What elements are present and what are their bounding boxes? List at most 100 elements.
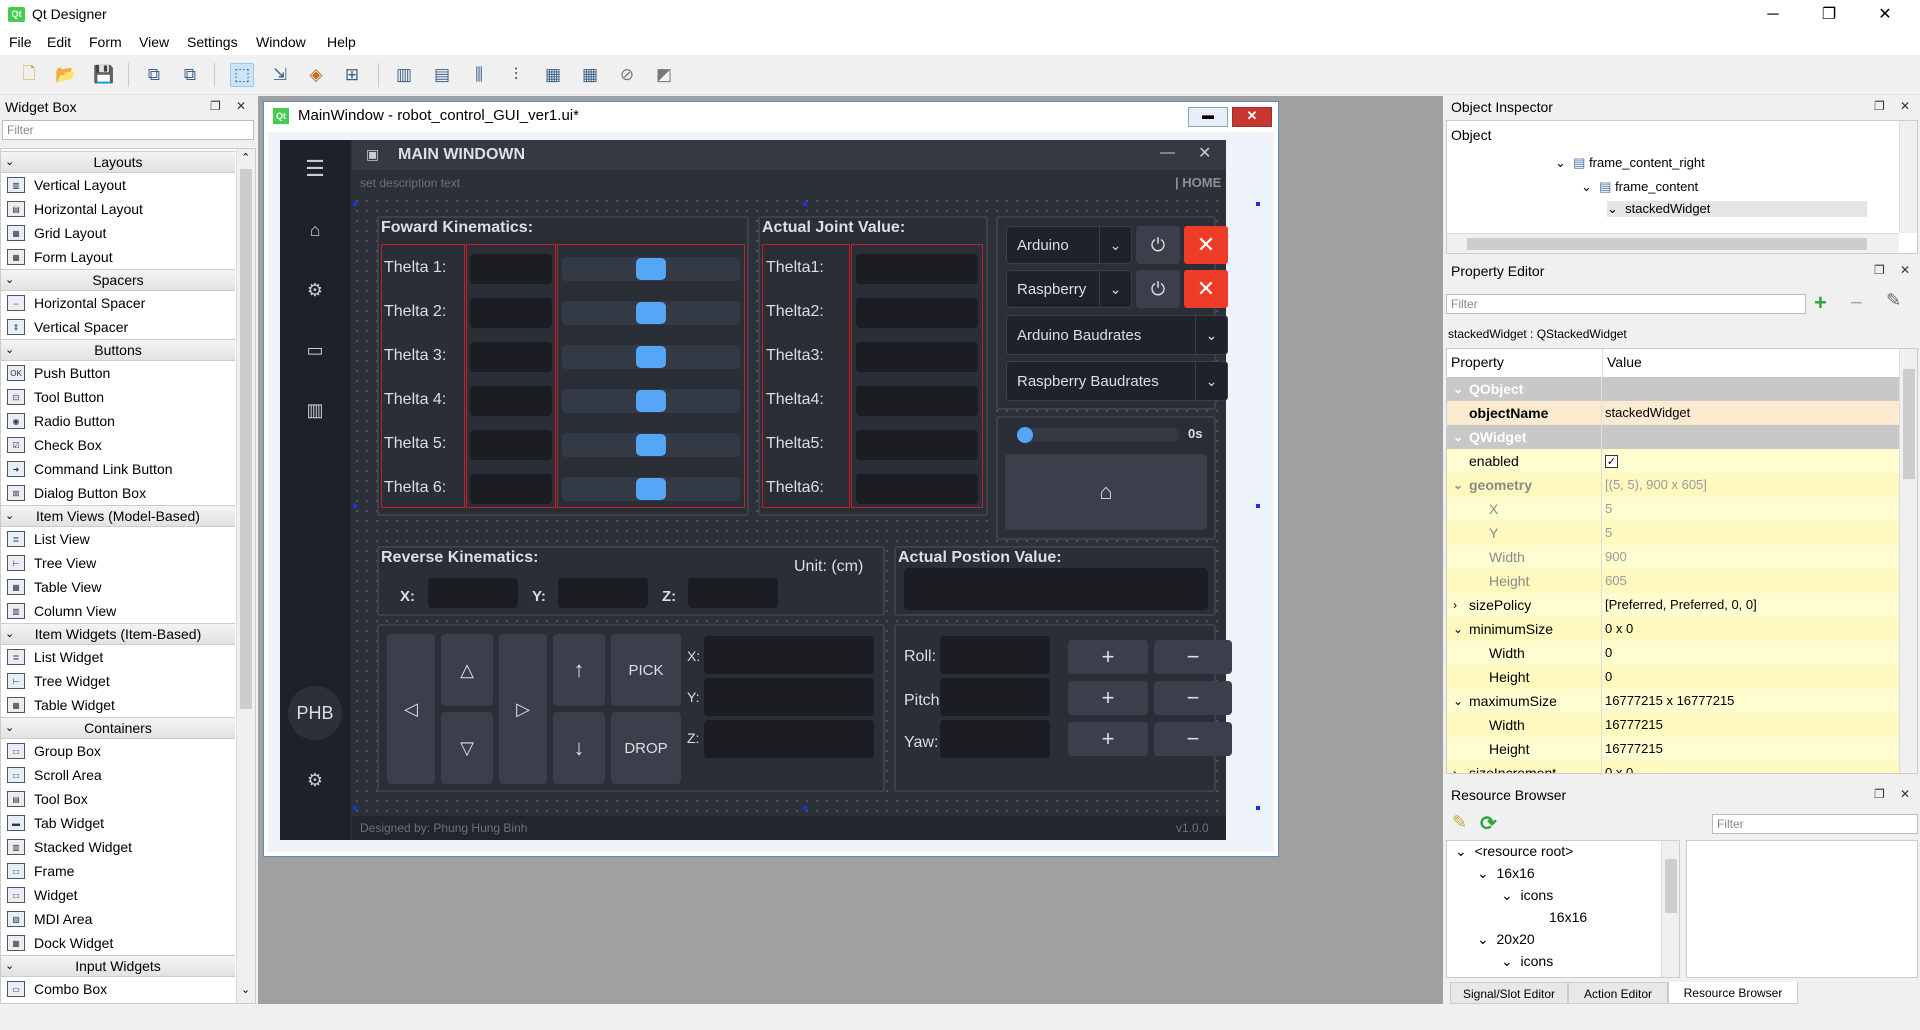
tab-resource-browser[interactable]: Resource Browser [1668,982,1798,1004]
arduino-baudrate-combo[interactable]: Arduino Baudrates ⌄ [1006,315,1228,355]
reload-icon[interactable]: ⟳ [1480,811,1497,836]
property-row[interactable]: Width 16777215 [1447,713,1900,737]
property-row[interactable]: Width 0 [1447,641,1900,665]
resource-folder[interactable]: ⌄ icons [1501,953,1553,970]
widget-item[interactable]: ▭ Combo Box [7,977,107,1001]
float-icon[interactable]: ❐ [210,99,221,113]
home-breadcrumb[interactable]: | HOME [1175,175,1221,190]
property-row[interactable]: ⌄ geometry [(5, 5), 900 x 605] [1447,473,1900,497]
send-back-icon[interactable]: ⧉ [142,63,166,87]
menu-settings[interactable]: Settings [187,34,238,50]
category-header[interactable]: ⌄ Layouts [1,151,235,173]
jog-right-button[interactable]: ▷ [499,634,547,784]
category-header[interactable]: ⌄ Buttons [1,339,235,361]
tree-item-selected[interactable]: ⌄ stackedWidget [1607,201,1867,217]
jog-up-button[interactable]: △ [441,634,493,706]
widget-item[interactable]: ▬ Tab Widget [7,811,104,835]
widget-item[interactable]: ≣ List View [7,527,90,551]
joint-input[interactable] [470,386,552,416]
pitch-plus-button[interactable]: + [1068,681,1148,715]
resource-folder[interactable]: 16x16 [1549,909,1587,925]
chevron-down-icon[interactable]: ⌄ [1453,617,1463,641]
raspberry-disconnect-button[interactable]: ✕ [1184,270,1228,308]
widget-item[interactable]: ▭ Frame [7,859,74,883]
scroll-up-icon[interactable]: ⌃ [241,151,250,164]
new-file-icon[interactable]: 🗋 [17,63,41,87]
property-row[interactable]: Height 0 [1447,665,1900,689]
joint-slider[interactable] [562,345,740,369]
close-icon[interactable]: ✕ [1900,99,1910,113]
category-header[interactable]: ⌄ Item Views (Model-Based) [1,505,235,527]
category-header[interactable]: ⌄ Spacers [1,269,235,291]
widget-item[interactable]: ◉ Radio Button [7,409,115,433]
chevron-down-icon[interactable]: ⌄ [1453,377,1463,401]
scroll-down-icon[interactable]: ⌄ [241,983,250,996]
maximize-button[interactable]: ❐ [1806,0,1852,30]
yaw-minus-button[interactable]: − [1154,722,1232,756]
scroll-thumb[interactable] [1903,369,1915,479]
widget-item[interactable]: ▭ Group Box [7,739,101,763]
widget-item[interactable]: ▭ Widget [7,883,78,907]
scroll-thumb[interactable] [240,169,252,709]
slider-handle[interactable] [636,258,666,280]
joint-input[interactable] [470,254,552,284]
widget-item[interactable]: ▦ Table View [7,575,101,599]
pick-button[interactable]: PICK [611,634,681,706]
menu-window[interactable]: Window [256,34,306,50]
float-icon[interactable]: ❐ [1874,787,1885,801]
resource-root[interactable]: ⌄ <resource root> [1455,843,1573,860]
open-folder-icon[interactable]: 📂 [54,63,78,87]
jog-z-display[interactable] [704,720,874,758]
roll-minus-button[interactable]: − [1154,640,1232,674]
chevron-down-icon[interactable]: ⌄ [1453,689,1463,713]
jog-x-display[interactable] [704,636,874,674]
enabled-checkbox[interactable]: ✓ [1605,455,1618,468]
property-filter-input[interactable]: Filter [1446,294,1806,314]
menu-form[interactable]: Form [89,34,122,50]
joint-input[interactable] [470,474,552,504]
settings-icon[interactable]: ⚙ [295,770,335,791]
selection-handle[interactable] [803,806,807,810]
slider-handle[interactable] [636,302,666,324]
widget-item[interactable]: ▥ Column View [7,599,116,623]
joint-input[interactable] [470,298,552,328]
slider-handle[interactable] [636,346,666,368]
widget-item[interactable]: ▦ Dock Widget [7,931,113,955]
z-up-button[interactable]: ↑ [553,634,605,706]
raspberry-baudrate-combo[interactable]: Raspberry Baudrates ⌄ [1006,361,1228,401]
home-robot-button[interactable]: ⌂ [1005,454,1207,530]
float-icon[interactable]: ❐ [1874,263,1885,277]
selection-handle[interactable] [803,202,807,206]
widget-item[interactable]: ⇔ Horizontal Spacer [7,291,145,315]
category-header[interactable]: ⌄ Item Widgets (Item-Based) [1,623,235,645]
layout-grid-icon[interactable]: ▦ [541,63,565,87]
edit-signals-icon[interactable]: ⇲ [268,63,292,87]
widget-item[interactable]: ☑ Check Box [7,433,102,457]
adjust-size-icon[interactable]: ◩ [652,63,676,87]
pitch-minus-button[interactable]: − [1154,681,1232,715]
remove-property-icon[interactable]: − [1850,290,1863,316]
raspberry-port-combo[interactable]: Raspberry ⌄ [1006,270,1132,308]
widget-item[interactable]: ▤ Tool Box [7,787,88,811]
chevron-down-icon[interactable]: ⌄ [1453,473,1463,497]
slider-handle[interactable] [636,478,666,500]
layout-horizontal-icon[interactable]: ▥ [392,63,416,87]
selection-handle[interactable] [1256,504,1260,508]
break-layout-icon[interactable]: ⊘ [615,63,639,87]
roll-display[interactable] [940,636,1050,674]
slider-handle[interactable] [636,434,666,456]
widget-filter-input[interactable]: Filter [2,120,254,140]
widget-item[interactable]: ⊢ Tree View [7,551,96,575]
property-row[interactable]: › sizeIncrement 0 x 0 [1447,761,1900,773]
arduino-port-combo[interactable]: Arduino ⌄ [1006,226,1132,264]
widget-item[interactable]: ▨ MDI Area [7,907,92,931]
joint-slider[interactable] [562,301,740,325]
layout-form-icon[interactable]: ▦ [578,63,602,87]
robot-icon[interactable]: ⚙ [295,280,335,301]
property-row[interactable]: Height 16777215 [1447,737,1900,761]
rk-z-input[interactable] [688,578,778,608]
jog-left-button[interactable]: ◁ [387,634,435,784]
widget-item[interactable]: ⇕ Vertical Spacer [7,315,128,339]
inspector-hscroll[interactable] [1447,233,1899,253]
category-header[interactable]: ⌄ Input Widgets [1,955,235,977]
